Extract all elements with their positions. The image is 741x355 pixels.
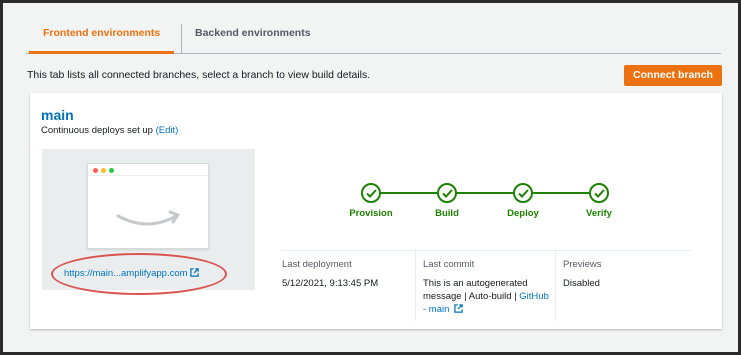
app-url-link[interactable]: https://main...amplifyapp.com bbox=[64, 268, 199, 279]
deploy-status: Continuous deploys set up (Edit) bbox=[41, 125, 178, 136]
app-frame: Frontend environments Backend environmen… bbox=[3, 3, 738, 352]
external-link-icon bbox=[189, 268, 199, 277]
app-preview: https://main...amplifyapp.com bbox=[42, 149, 255, 295]
github-branch-link[interactable]: - main bbox=[423, 304, 449, 315]
previews-label: Previews bbox=[563, 259, 602, 270]
last-commit-line2: message | Auto-build | GitHub bbox=[423, 290, 558, 303]
check-icon bbox=[437, 183, 457, 203]
build-pipeline: Provision Build Deploy Verify bbox=[345, 183, 635, 223]
amazon-smile-logo-icon bbox=[116, 210, 180, 226]
step-provision: Provision bbox=[341, 183, 401, 219]
step-label-verify: Verify bbox=[586, 208, 612, 219]
step-label-build: Build bbox=[435, 208, 459, 219]
step-label-deploy: Deploy bbox=[507, 208, 539, 219]
tab-description: This tab lists all connected branches, s… bbox=[27, 69, 371, 81]
last-deployment-label: Last deployment bbox=[282, 259, 352, 270]
check-icon bbox=[589, 183, 609, 203]
branch-name-link[interactable]: main bbox=[41, 107, 74, 123]
details-divider bbox=[281, 250, 691, 251]
minimize-dot-icon bbox=[101, 168, 106, 173]
check-icon bbox=[513, 183, 533, 203]
github-link[interactable]: GitHub bbox=[519, 291, 549, 302]
last-commit-label: Last commit bbox=[423, 259, 475, 270]
previews-value: Disabled bbox=[563, 278, 600, 289]
browser-thumbnail bbox=[87, 163, 209, 249]
last-commit-line1: This is an autogenerated bbox=[423, 278, 528, 289]
last-commit-message: message | Auto-build | bbox=[423, 291, 517, 302]
column-divider bbox=[555, 251, 556, 321]
last-deployment-value: 5/12/2021, 9:13:45 PM bbox=[282, 278, 379, 289]
app-url-text: https://main...amplifyapp.com bbox=[64, 268, 188, 279]
last-commit: Last commit This is an autogenerated mes… bbox=[423, 258, 558, 316]
last-deployment: Last deployment 5/12/2021, 9:13:45 PM bbox=[282, 258, 378, 290]
step-label-provision: Provision bbox=[349, 208, 393, 219]
close-dot-icon bbox=[93, 168, 98, 173]
tab-backend-environments[interactable]: Backend environments bbox=[181, 20, 325, 54]
edit-link[interactable]: (Edit) bbox=[156, 125, 179, 136]
step-build: Build bbox=[417, 183, 477, 219]
connect-branch-button[interactable]: Connect branch bbox=[624, 65, 722, 86]
browser-titlebar bbox=[88, 164, 208, 176]
deploy-status-text: Continuous deploys set up bbox=[41, 125, 153, 136]
previews: Previews Disabled bbox=[563, 258, 602, 290]
last-commit-line3: - main bbox=[423, 303, 558, 316]
check-icon bbox=[361, 183, 381, 203]
column-divider bbox=[415, 251, 416, 321]
branch-card: main Continuous deploys set up (Edit) ht… bbox=[30, 93, 722, 329]
step-deploy: Deploy bbox=[493, 183, 553, 219]
environment-tabs: Frontend environments Backend environmen… bbox=[26, 20, 721, 54]
tab-frontend-environments[interactable]: Frontend environments bbox=[29, 20, 175, 54]
step-verify: Verify bbox=[569, 183, 629, 219]
maximize-dot-icon bbox=[109, 168, 114, 173]
pipeline-connector bbox=[371, 192, 601, 194]
external-link-icon bbox=[454, 304, 463, 313]
